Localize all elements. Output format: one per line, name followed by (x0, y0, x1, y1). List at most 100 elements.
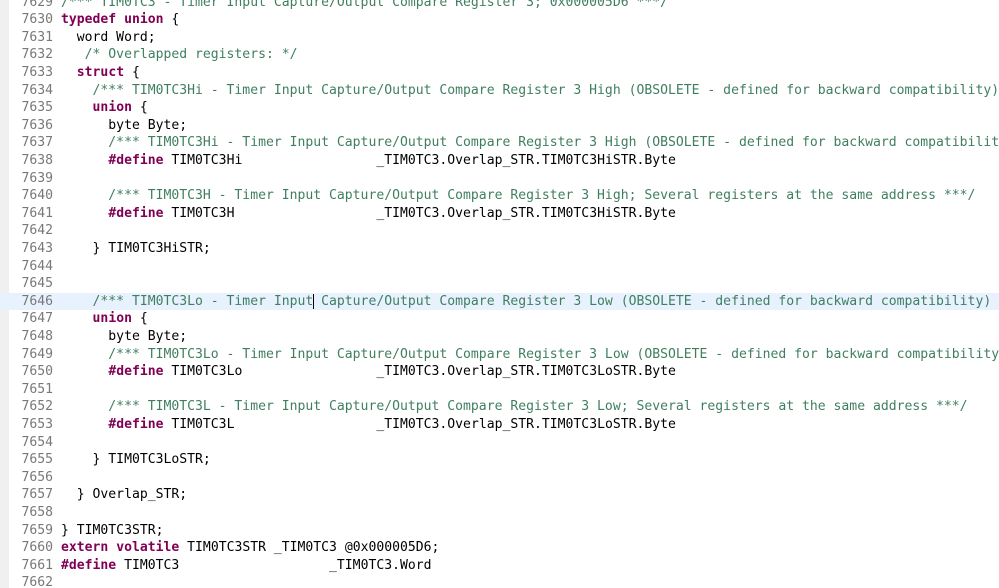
line-number: 7636 (21, 117, 53, 133)
code-token: TIM0TC3Hi _TIM0TC3.Overlap_STR.TIM0TC3Hi… (163, 152, 676, 168)
code-line[interactable]: 7657 } Overlap_STR; (0, 486, 999, 504)
code-line[interactable]: 7651 (0, 381, 999, 399)
code-line[interactable]: 7643 } TIM0TC3HiSTR; (0, 240, 999, 258)
code-line[interactable]: 7633 struct { (0, 64, 999, 82)
code-line[interactable]: 7659 } TIM0TC3STR; (0, 522, 999, 540)
code-line[interactable]: 7647 union { (0, 310, 999, 328)
code-line[interactable]: 7654 (0, 434, 999, 452)
comment-token: /* Overlapped registers: */ (61, 47, 298, 63)
code-text[interactable]: struct { (61, 64, 140, 82)
keyword-token: union (92, 100, 132, 116)
comment-token: /*** TIM0TC3Lo - Timer Input Capture/Out… (61, 346, 999, 362)
code-text[interactable]: /*** TIM0TC3Lo - Timer Input Capture/Out… (61, 346, 999, 364)
code-token: TIM0TC3Lo _TIM0TC3.Overlap_STR.TIM0TC3Lo… (163, 364, 676, 380)
comment-token: /*** TIM0TC3H - Timer Input Capture/Outp… (61, 188, 976, 204)
code-text[interactable]: /*** TIM0TC3Lo - Timer Input Capture/Out… (61, 293, 999, 311)
code-text[interactable]: union { (61, 99, 148, 117)
line-number: 7638 (21, 152, 53, 168)
code-text[interactable]: /*** TIM0TC3Hi - Timer Input Capture/Out… (61, 134, 999, 152)
line-number: 7642 (21, 223, 53, 239)
code-line[interactable]: 7660 extern volatile TIM0TC3STR _TIM0TC3 … (0, 539, 999, 557)
line-number: 7653 (21, 416, 53, 432)
code-text[interactable]: #define TIM0TC3H _TIM0TC3.Overlap_STR.TI… (61, 205, 676, 223)
code-line[interactable]: 7630 typedef union { (0, 11, 999, 29)
code-line[interactable]: 7648 byte Byte; (0, 328, 999, 346)
comment-token: /*** TIM0TC3Hi - Timer Input Capture/Out… (61, 82, 999, 98)
code-line[interactable]: 7629 /*** TIM0TC3 - Timer Input Capture/O… (0, 0, 999, 11)
keyword-token: #define (108, 205, 164, 221)
line-number: 7644 (21, 258, 53, 274)
code-line[interactable]: 7650 #define TIM0TC3Lo _TIM0TC3.Overlap_… (0, 363, 999, 381)
code-token: { (131, 311, 148, 327)
code-line[interactable]: 7656 (0, 469, 999, 487)
line-number: 7660 (21, 540, 53, 556)
code-line[interactable]: 7631 word Word; (0, 29, 999, 47)
code-token: TIM0TC3STR _TIM0TC3 @0x000005D6; (179, 540, 440, 556)
code-token: } Overlap_STR; (61, 487, 188, 503)
code-line[interactable]: 7638 #define TIM0TC3Hi _TIM0TC3.Overlap_… (0, 152, 999, 170)
code-line[interactable]: 7649 /*** TIM0TC3Lo - Timer Input Captur… (0, 346, 999, 364)
code-line[interactable]: 7641 #define TIM0TC3H _TIM0TC3.Overlap_S… (0, 205, 999, 223)
keyword-token: #define (108, 152, 164, 168)
code-text[interactable]: byte Byte; (61, 328, 187, 346)
code-line[interactable]: 7636 byte Byte; (0, 117, 999, 135)
code-text[interactable]: /*** TIM0TC3L - Timer Input Capture/Outp… (61, 398, 967, 416)
code-line[interactable]: 7653 #define TIM0TC3L _TIM0TC3.Overlap_S… (0, 416, 999, 434)
code-line[interactable]: 7646 /*** TIM0TC3Lo - Timer Input Captur… (0, 292, 999, 311)
code-line[interactable]: 7644 (0, 258, 999, 276)
code-text[interactable]: #define TIM0TC3L _TIM0TC3.Overlap_STR.TI… (61, 416, 676, 434)
code-text[interactable]: typedef union { (61, 11, 179, 29)
code-text[interactable]: /*** TIM0TC3Hi - Timer Input Capture/Out… (61, 82, 999, 100)
code-text[interactable]: /* Overlapped registers: */ (61, 46, 298, 64)
line-number: 7650 (21, 364, 53, 380)
code-text[interactable]: } Overlap_STR; (61, 486, 187, 504)
code-line[interactable]: 7645 (0, 275, 999, 293)
code-text[interactable]: byte Byte; (61, 117, 187, 135)
keyword-token: struct (76, 64, 125, 80)
line-number: 7657 (21, 487, 53, 503)
code-token: TIM0TC3L _TIM0TC3.Overlap_STR.TIM0TC3LoS… (163, 416, 676, 432)
code-text[interactable]: /*** TIM0TC3 - Timer Input Capture/Outpu… (61, 0, 668, 11)
line-number: 7633 (21, 64, 53, 80)
code-token: { (131, 100, 148, 116)
code-token: { (124, 64, 140, 80)
code-line[interactable]: 7640 /*** TIM0TC3H - Timer Input Capture… (0, 187, 999, 205)
code-text[interactable]: } TIM0TC3HiSTR; (61, 240, 211, 258)
code-line[interactable]: 7635 union { (0, 99, 999, 117)
code-line[interactable]: 7639 (0, 170, 999, 188)
line-number: 7648 (21, 328, 53, 344)
code-text[interactable]: #define TIM0TC3 _TIM0TC3.Word (61, 557, 432, 575)
code-text[interactable]: union { (61, 310, 148, 328)
code-text[interactable]: #define TIM0TC3Lo _TIM0TC3.Overlap_STR.T… (61, 363, 676, 381)
code-line[interactable]: 7658 (0, 504, 999, 522)
code-line[interactable]: 7661 #define TIM0TC3 _TIM0TC3.Word (0, 557, 999, 575)
code-line[interactable]: 7642 (0, 222, 999, 240)
code-token: byte Byte; (61, 117, 188, 133)
line-number: 7646 (21, 293, 53, 309)
code-text[interactable]: /*** TIM0TC3H - Timer Input Capture/Outp… (61, 187, 975, 205)
comment-token: /*** TIM0TC3Lo - Timer Input Capture/Out… (61, 293, 999, 309)
code-line[interactable]: 7632 /* Overlapped registers: */ (0, 46, 999, 64)
code-editor[interactable]: 7629 /*** TIM0TC3 - Timer Input Capture/O… (0, 0, 999, 588)
line-number: 7651 (21, 381, 53, 397)
code-line[interactable]: 7652 /*** TIM0TC3L - Timer Input Capture… (0, 398, 999, 416)
code-text[interactable]: } TIM0TC3STR; (61, 522, 163, 540)
code-text[interactable]: #define TIM0TC3Hi _TIM0TC3.Overlap_STR.T… (61, 152, 676, 170)
code-line[interactable]: 7655 } TIM0TC3LoSTR; (0, 451, 999, 469)
keyword-token: union (92, 311, 132, 327)
keyword-token: union (124, 12, 164, 28)
code-text[interactable]: } TIM0TC3LoSTR; (61, 451, 211, 469)
line-number: 7659 (21, 522, 53, 538)
code-text[interactable]: extern volatile TIM0TC3STR _TIM0TC3 @0x0… (61, 539, 439, 557)
line-number: 7662 (21, 575, 53, 588)
code-line[interactable]: 7662 (0, 574, 999, 588)
keyword-token: #define (108, 364, 164, 380)
code-line[interactable]: 7637 /*** TIM0TC3Hi - Timer Input Captur… (0, 134, 999, 152)
code-token: } TIM0TC3STR; (61, 522, 164, 538)
code-text[interactable]: word Word; (61, 29, 156, 47)
code-line[interactable]: 7634 /*** TIM0TC3Hi - Timer Input Captur… (0, 82, 999, 100)
